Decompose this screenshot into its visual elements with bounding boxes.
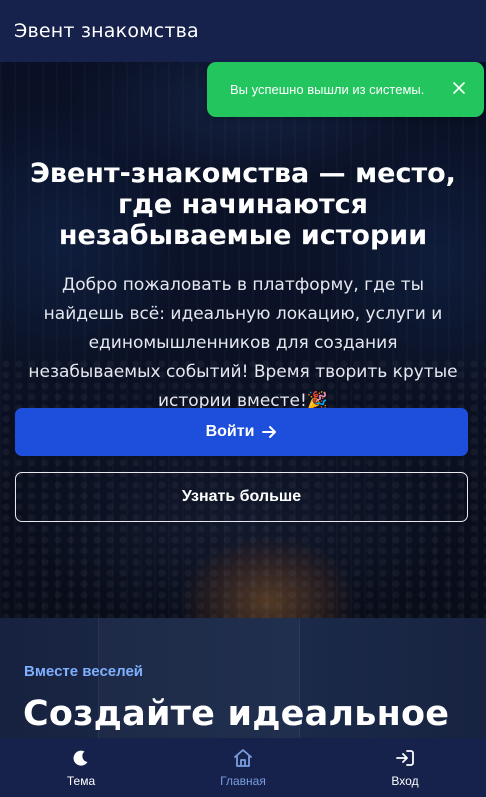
section-heading: Создайте идеальное: [23, 694, 450, 734]
hero-section: Эвент-знакомства — место, где начинаются…: [0, 62, 486, 618]
login-button[interactable]: Войти: [15, 408, 468, 456]
nav-item-theme[interactable]: Тема: [0, 738, 162, 797]
hero-title: Эвент-знакомства — место, где начинаются…: [30, 158, 456, 251]
nav-item-home[interactable]: Главная: [162, 738, 324, 797]
moon-icon: [70, 747, 92, 769]
toast-message: Вы успешно вышли из системы.: [230, 82, 425, 97]
success-toast: Вы успешно вышли из системы.: [207, 62, 484, 117]
learn-more-button[interactable]: Узнать больше: [15, 472, 468, 522]
hero-subtitle: Добро пожаловать в платформу, где ты най…: [28, 275, 458, 411]
nav-item-label: Главная: [220, 774, 266, 788]
learn-more-button-label: Узнать больше: [181, 488, 302, 505]
arrow-right-icon: [262, 425, 277, 439]
section-kicker: Вместе веселей: [24, 663, 144, 680]
page: Эвент знакомства Эвент-знакомства — мест…: [0, 0, 486, 797]
login-icon: [394, 747, 416, 769]
login-button-label: Войти: [205, 423, 255, 440]
app-header: Эвент знакомства: [0, 0, 486, 62]
together-section: Вместе веселей Создайте идеальное: [0, 618, 486, 738]
app-title[interactable]: Эвент знакомства: [14, 20, 199, 42]
nav-item-label: Вход: [391, 774, 419, 788]
nav-item-label: Тема: [66, 774, 96, 788]
bottom-navigation: Тема Главная Вход: [0, 738, 486, 797]
home-icon: [232, 747, 254, 769]
nav-item-login[interactable]: Вход: [324, 738, 486, 797]
close-icon[interactable]: [450, 79, 468, 97]
